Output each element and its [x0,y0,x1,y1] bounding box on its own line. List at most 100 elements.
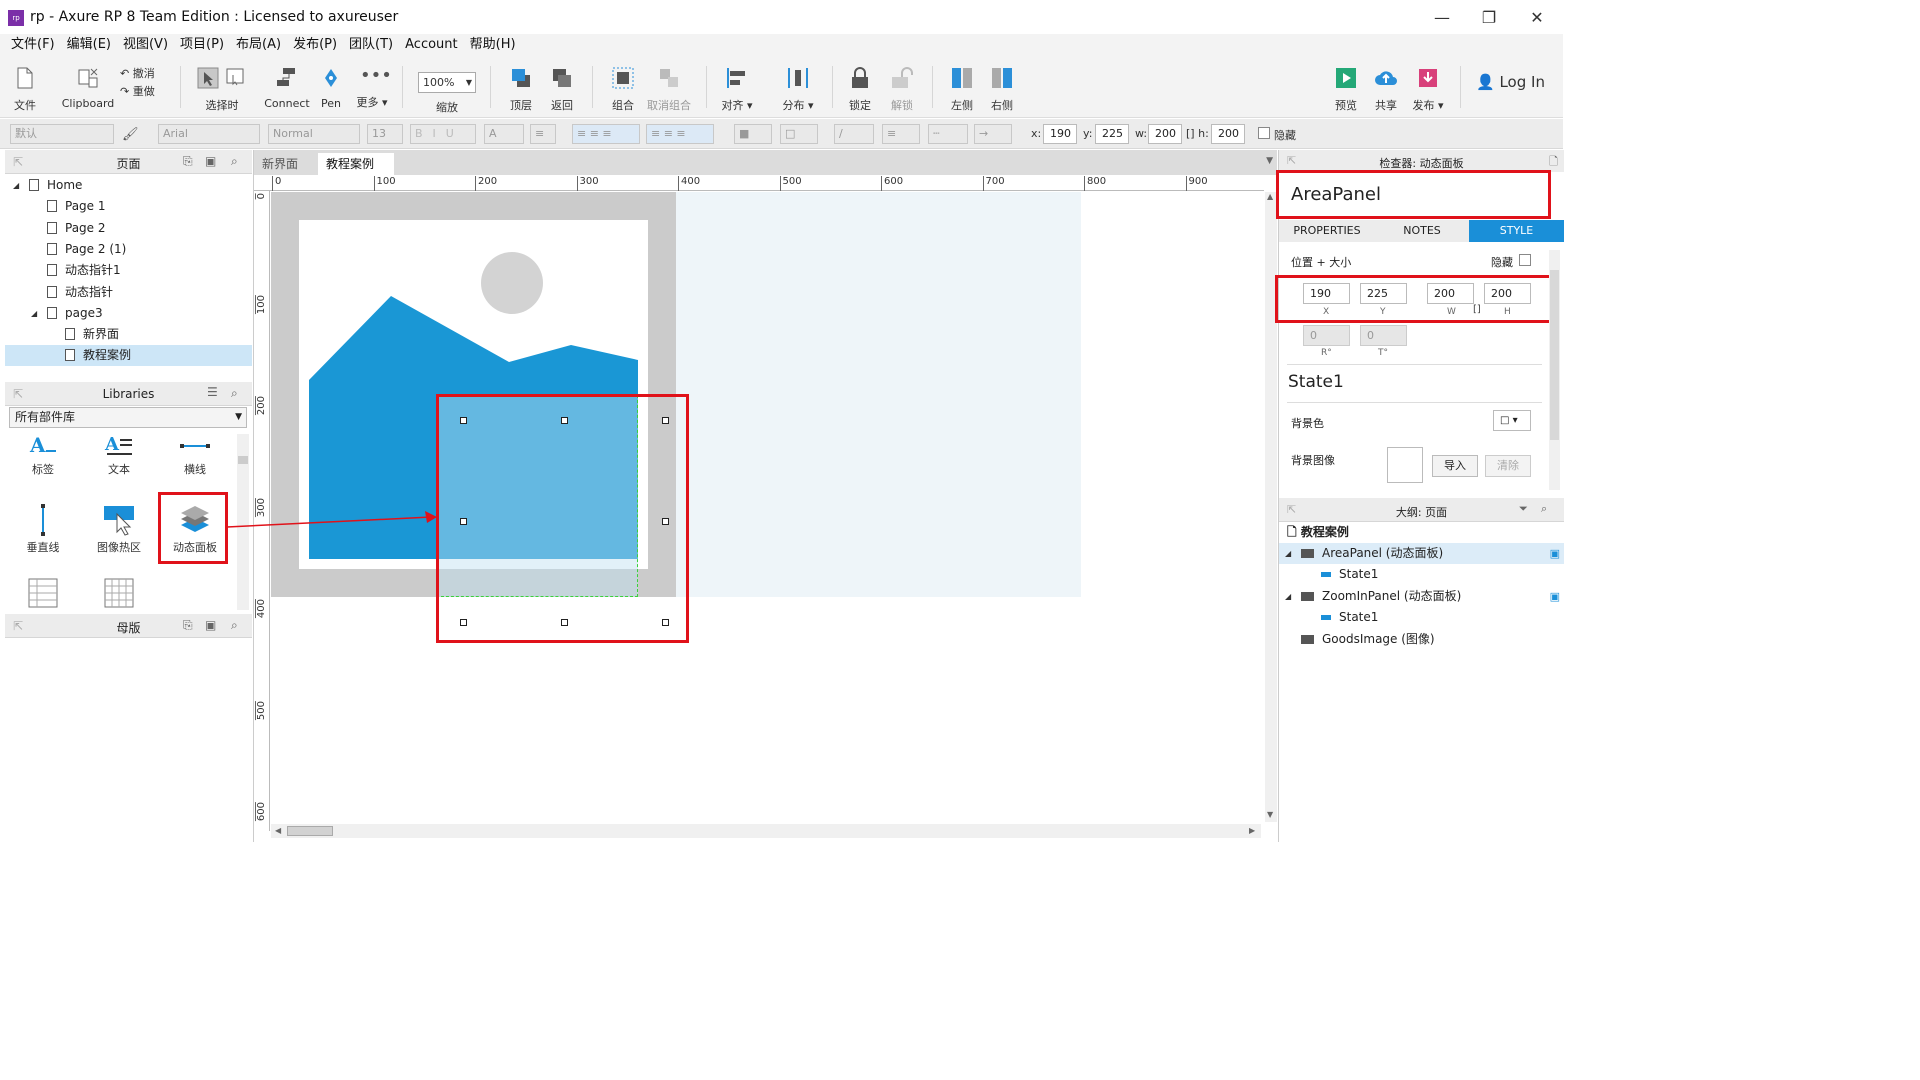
format-painter-icon[interactable]: 🖌 [122,127,139,142]
page-tree-item[interactable]: Page 1 [5,196,252,217]
page-tree-item[interactable]: 动态指针 [5,282,252,303]
page-tree-item[interactable]: ◢ Home [5,175,252,196]
visibility-toggle-icon[interactable]: ▣ [1550,543,1560,564]
page-tree-item[interactable]: 教程案例 [5,345,252,367]
text-rotation-input[interactable]: 0 [1360,325,1407,346]
scrollbar-thumb[interactable] [287,826,333,836]
y-input[interactable]: 225 [1360,283,1407,304]
import-button[interactable]: 导入 [1432,455,1478,477]
page-tree-item[interactable]: Page 2 [5,218,252,239]
state-name-field[interactable]: State1 [1288,372,1344,392]
redo-button[interactable]: ↷ 重做 [120,83,166,99]
arrow-style-select[interactable]: → [974,124,1012,144]
font-select[interactable]: Arial [158,124,260,144]
scrollbar-thumb[interactable] [238,456,248,464]
outline-item[interactable]: State1 [1279,564,1564,585]
tab-properties[interactable]: PROPERTIES [1279,220,1375,242]
menu-edit[interactable]: 编辑(E) [61,34,117,56]
widget-table[interactable] [87,578,151,611]
rotation-input[interactable]: 0 [1303,325,1350,346]
filter-icon[interactable]: ⏷ [1519,502,1528,516]
widget-text[interactable]: A 文本 [87,434,151,477]
scroll-left-icon[interactable]: ◀ [275,826,281,835]
restore-button[interactable]: ❐ [1474,8,1504,27]
search-icon[interactable]: ⌕ [1541,502,1547,516]
lock-button[interactable]: 锁定 [842,62,878,113]
tab-style[interactable]: STYLE [1469,220,1564,242]
horizontal-scrollbar[interactable]: ◀ ▶ [271,824,1261,838]
x-input[interactable]: 190 [1043,124,1077,144]
resize-handle[interactable] [662,518,669,525]
resize-handle[interactable] [460,417,467,424]
resize-handle[interactable] [561,619,568,626]
outline-page-row[interactable]: 🗋 教程案例 [1279,522,1564,543]
menu-publish[interactable]: 发布(P) [287,34,343,56]
tab-dropdown-icon[interactable]: ▼ [1266,156,1273,166]
h-input[interactable]: 200 [1211,124,1245,144]
clear-button[interactable]: 清除 [1485,455,1531,477]
menu-team[interactable]: 团队(T) [343,34,399,56]
expand-triangle-icon[interactable]: ◢ [1285,586,1291,607]
menu-project[interactable]: 项目(P) [174,34,230,56]
bg-color-picker[interactable]: □ ▾ [1493,410,1531,431]
bg-image-preview[interactable] [1387,447,1423,483]
publish-button[interactable]: 发布 ▾ [1408,62,1448,113]
pen-button[interactable]: Pen [314,62,348,110]
hidden-checkbox[interactable] [1258,127,1270,139]
font-size-select[interactable]: 13 [367,124,403,144]
file-button[interactable]: 文件 [8,62,42,113]
bullet-button[interactable]: ≡ [530,124,556,144]
library-select[interactable]: 所有部件库 ▼ [9,407,247,428]
minimize-button[interactable]: — [1427,8,1457,27]
widget-table-list[interactable] [11,578,75,611]
style-select[interactable]: 默认 [10,124,114,144]
resize-handle[interactable] [460,518,467,525]
expand-triangle-icon[interactable]: ◢ [31,303,37,324]
left-button[interactable]: 左侧 [944,62,980,113]
preview-button[interactable]: 预览 [1328,62,1364,113]
scroll-up-icon[interactable]: ▲ [1267,192,1273,201]
close-button[interactable]: ✕ [1522,8,1552,27]
resize-handle[interactable] [460,619,467,626]
lock-ratio-icon[interactable]: [] [1186,127,1195,140]
scroll-right-icon[interactable]: ▶ [1249,826,1255,835]
add-master-icon[interactable]: ⎘ [183,618,193,633]
group-button[interactable]: 组合 [605,62,641,113]
menu-arrange[interactable]: 布局(A) [230,34,287,56]
menu-view[interactable]: 视图(V) [117,34,174,56]
resize-handle[interactable] [662,417,669,424]
unlock-button[interactable]: 解锁 [884,62,920,113]
expand-triangle-icon[interactable]: ◢ [1285,543,1291,564]
right-button[interactable]: 右侧 [984,62,1020,113]
line-width-select[interactable]: ≡ [882,124,920,144]
connect-button[interactable]: Connect [264,62,310,110]
fill-color-select[interactable]: ■ [734,124,772,144]
select-mode-button[interactable]: 选择时 [190,62,254,113]
page-tree-item[interactable]: ◢ page3 [5,303,252,324]
expand-triangle-icon[interactable]: ◢ [13,175,19,196]
menu-help[interactable]: 帮助(H) [464,34,522,56]
tab-notes[interactable]: NOTES [1375,220,1469,242]
bring-to-top-button[interactable]: 顶层 [503,62,539,113]
font-color-select[interactable]: A [484,124,524,144]
x-input[interactable]: 190 [1303,283,1350,304]
line-style-select[interactable]: ┄ [928,124,968,144]
area-panel[interactable] [436,395,638,597]
line-color-select[interactable]: ∕ [834,124,874,144]
vertical-align-buttons[interactable]: ≡ ≡ ≡ [646,124,714,144]
w-input[interactable]: 200 [1427,283,1474,304]
outline-item[interactable]: State1 [1279,607,1564,628]
search-icon[interactable]: ⌕ [231,386,238,401]
page-tree-item[interactable]: Page 2 (1) [5,239,252,260]
add-page-icon[interactable]: ⎘ [183,154,193,169]
resize-handle[interactable] [662,619,669,626]
text-style-buttons[interactable]: BIU [410,124,476,144]
vertical-scrollbar[interactable]: ▲ ▼ [1265,192,1277,822]
h-input[interactable]: 200 [1484,283,1531,304]
y-input[interactable]: 225 [1095,124,1129,144]
shadow-select[interactable]: □ [780,124,818,144]
add-folder-icon[interactable]: ▣ [205,618,216,632]
lock-ratio-icon[interactable]: [] [1473,304,1481,315]
undo-button[interactable]: ↶ 撤消 [120,65,166,81]
font-weight-select[interactable]: Normal [268,124,360,144]
